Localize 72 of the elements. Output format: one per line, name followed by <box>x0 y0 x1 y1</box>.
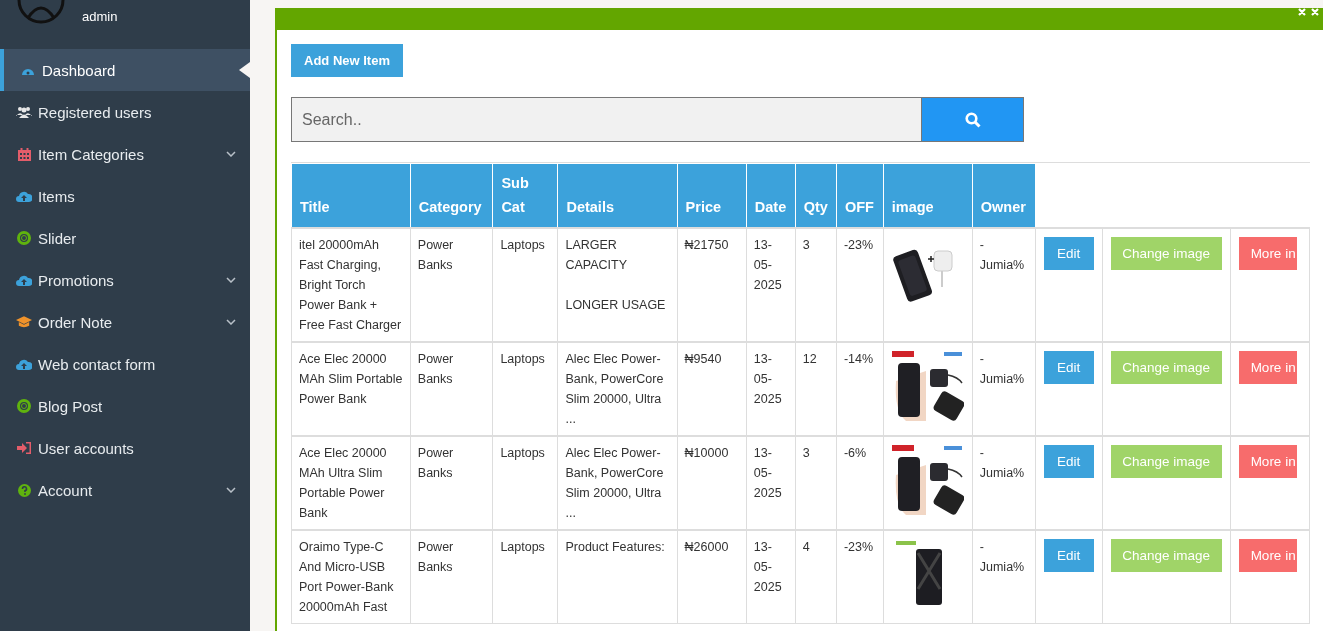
table-cell: - Jumia% <box>972 341 1036 436</box>
more-info-button[interactable]: More in <box>1238 444 1297 478</box>
search-field[interactable]: Search.. <box>291 97 1024 142</box>
column-header: Qty <box>795 163 837 228</box>
column-header: Category <box>410 163 493 228</box>
edit-button[interactable]: Edit <box>1043 350 1094 384</box>
table-cell: ₦9540 <box>677 341 747 436</box>
column-header: Sub Cat <box>492 163 558 228</box>
table-cell: 13-05-2025 <box>746 341 796 436</box>
table-cell: 13-05-2025 <box>746 529 796 623</box>
table-cell: itel 20000mAh Fast Charging, Bright Torch Power Bank + Free Fast Charger <box>291 227 411 342</box>
edit-button[interactable]: Edit <box>1043 236 1094 270</box>
table-cell: LARGER CAPACITY LONGER USAGE <box>557 227 678 342</box>
sidebar-item[interactable]: User accounts <box>0 427 250 469</box>
table-cell: Laptops <box>492 529 558 623</box>
table-cell: Product Features: <box>557 529 678 623</box>
table-cell: Ace Elec 20000 MAh Ultra Slim Portable Power Bank <box>291 435 411 530</box>
table-cell: ₦21750 <box>677 227 747 342</box>
change-image-button[interactable]: Change image <box>1110 538 1222 572</box>
table-cell: -23% <box>836 529 884 623</box>
table-cell: - Jumia% <box>972 435 1036 530</box>
edit-button[interactable]: Edit <box>1043 444 1094 478</box>
sidebar-item[interactable]: Items <box>0 175 250 217</box>
more-info-button[interactable]: More in <box>1238 538 1297 572</box>
table-cell: - Jumia% <box>972 529 1036 623</box>
sidebar-item[interactable]: Dashboard <box>0 49 250 91</box>
column-header: image <box>883 163 973 228</box>
column-header: OFF <box>836 163 884 228</box>
sidebar-item[interactable]: Web contact form <box>0 343 250 385</box>
edit-button[interactable]: Edit <box>1043 538 1094 572</box>
table-cell: ₦10000 <box>677 435 747 530</box>
column-header: Owner <box>972 163 1036 228</box>
add-item-button[interactable]: Add New Item <box>291 44 403 77</box>
change-image-button[interactable]: Change image <box>1110 236 1222 270</box>
sidebar-item[interactable]: Order Note <box>0 301 250 343</box>
table-cell: -14% <box>836 341 884 436</box>
table-cell: 4 <box>795 529 837 623</box>
table-cell: 3 <box>795 227 837 342</box>
change-image-button[interactable]: Change image <box>1110 444 1222 478</box>
sidebar-item[interactable]: Blog Post <box>0 385 250 427</box>
table-cell: Power Banks <box>410 341 493 436</box>
table-cell: 13-05-2025 <box>746 227 796 342</box>
table-cell: -6% <box>836 435 884 530</box>
column-header: Title <box>291 163 411 228</box>
table-cell: 13-05-2025 <box>746 435 796 530</box>
table-cell: Alec Elec Power-Bank, PowerCore Slim 20000, Ultra ... <box>557 341 678 436</box>
sidebar-item[interactable]: Slider <box>0 217 250 259</box>
table-cell: - Jumia% <box>972 227 1036 342</box>
table-cell: Ace Elec 20000 MAh Slim Portable Power Bank <box>291 341 411 436</box>
table-cell: 3 <box>795 435 837 530</box>
sidebar-item[interactable]: Promotions <box>0 259 250 301</box>
user-name: admin <box>82 9 118 24</box>
table-cell: Power Banks <box>410 435 493 530</box>
more-info-button[interactable]: More in <box>1238 350 1297 384</box>
more-info-button[interactable]: More in <box>1238 236 1297 270</box>
table-cell: Oraimo Type-C And Micro-USB Port Power-Bank 20000mAh Fast <box>291 529 411 623</box>
sidebar-item[interactable]: Registered users <box>0 91 250 133</box>
table-cell: Laptops <box>492 435 558 530</box>
table-cell: Laptops <box>492 227 558 342</box>
column-header: Details <box>557 163 678 228</box>
table-cell: -23% <box>836 227 884 342</box>
sidebar-item[interactable]: Account <box>0 469 250 511</box>
table-cell: Power Banks <box>410 529 493 623</box>
column-header: Date <box>746 163 796 228</box>
sidebar-item[interactable]: Item Categories <box>0 133 250 175</box>
table-cell: Laptops <box>492 341 558 436</box>
table-cell: Alec Elec Power-Bank, PowerCore Slim 20000, Ultra ... <box>557 435 678 530</box>
change-image-button[interactable]: Change image <box>1110 350 1222 384</box>
table-cell: Power Banks <box>410 227 493 342</box>
table-cell: 12 <box>795 341 837 436</box>
table-cell: ₦26000 <box>677 529 747 623</box>
column-header: Price <box>677 163 747 228</box>
